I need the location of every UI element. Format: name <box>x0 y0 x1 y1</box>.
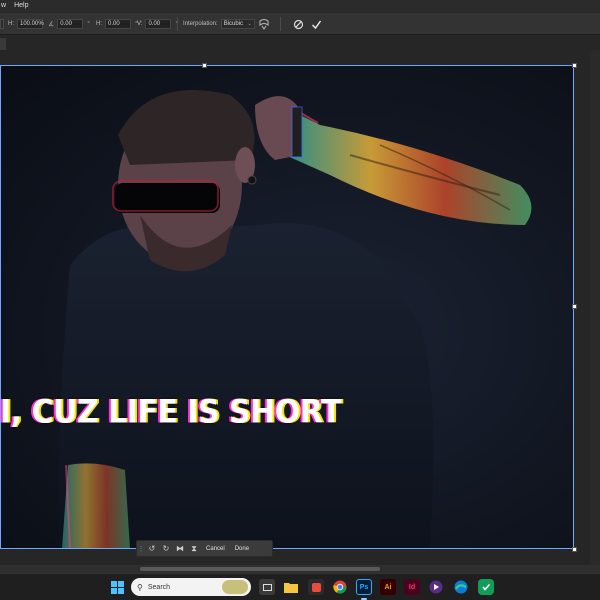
canvas-photo[interactable] <box>0 65 574 549</box>
scrollbar-thumb[interactable] <box>140 567 380 571</box>
store-icon[interactable] <box>308 579 324 595</box>
contextual-task-bar: ⋮ ↺ ↻ ⧓ ⧗ Cancel Done <box>136 540 273 557</box>
indesign-icon[interactable]: Id <box>404 579 420 595</box>
options-bar: H: 100.00% ∡ 0.00 ° H: 0.00 ° V: 0.00 ° … <box>0 13 600 35</box>
commit-transform-button[interactable] <box>311 13 322 35</box>
photoshop-window: w Help H: 100.00% ∡ 0.00 ° H: 0.00 ° V: … <box>0 0 600 600</box>
interpolation-label: Interpolation: <box>183 21 218 27</box>
warp-toggle[interactable] <box>258 13 270 35</box>
transform-handle-top-right[interactable] <box>572 63 577 68</box>
angle-icon: ∡ <box>48 21 55 28</box>
search-highlight-image <box>222 580 248 594</box>
menu-bar: w Help <box>0 0 600 12</box>
vskew-label: V: <box>137 21 143 27</box>
menu-item-help[interactable]: Help <box>14 0 28 12</box>
search-placeholder: Search <box>147 583 171 591</box>
edge-icon[interactable] <box>453 579 469 595</box>
security-shield-icon[interactable] <box>478 579 494 595</box>
degree-icon: ° <box>87 20 91 28</box>
flip-horizontal-icon[interactable]: ⧓ <box>173 544 187 553</box>
headline-text-layer[interactable]: I, CUZ LIFE IS SHORT <box>0 393 341 436</box>
checkmark-icon <box>312 20 322 29</box>
windows-taskbar: ⚲ Search Ps Ai Id <box>0 573 600 600</box>
search-icon: ⚲ <box>137 582 143 592</box>
portrait-image <box>58 90 532 549</box>
undo-icon[interactable]: ↺ <box>145 544 159 553</box>
cancel-button[interactable]: Cancel <box>201 546 230 552</box>
vertical-skew-field[interactable]: 0.00 <box>145 19 172 29</box>
chrome-icon[interactable] <box>332 579 348 595</box>
vskew-group: V: 0.00 ° <box>137 13 178 35</box>
done-button[interactable]: Done <box>230 546 254 552</box>
file-explorer-icon[interactable] <box>283 579 299 595</box>
menu-item-window[interactable]: w <box>1 0 6 12</box>
document-tab[interactable] <box>0 38 6 50</box>
angle-group: ∡ 0.00 ° <box>48 13 90 35</box>
document-tab-strip <box>0 36 600 50</box>
photoshop-icon[interactable]: Ps <box>356 579 372 595</box>
flip-vertical-icon[interactable]: ⧗ <box>187 544 201 554</box>
transform-handle-top[interactable] <box>202 63 207 68</box>
transform-handle-bottom-right[interactable] <box>572 547 577 552</box>
height-group: H: 100.00% <box>8 13 44 35</box>
rotation-angle-field[interactable]: 0.00 <box>57 19 84 29</box>
transform-handle-right[interactable] <box>572 304 577 309</box>
options-divider <box>280 17 281 31</box>
media-player-icon[interactable] <box>428 579 444 595</box>
cancel-icon <box>293 19 304 29</box>
vertical-scrollbar[interactable] <box>590 50 600 565</box>
cancel-transform-button[interactable] <box>293 13 304 35</box>
interpolation-select[interactable]: Bicubic ⌄ <box>220 19 255 29</box>
task-view-icon[interactable] <box>259 579 275 595</box>
height-label: H: <box>8 21 14 27</box>
interpolation-value: Bicubic <box>223 21 244 27</box>
options-tool-stub[interactable] <box>0 13 4 35</box>
warp-icon <box>259 19 269 30</box>
drag-handle-icon[interactable]: ⋮ <box>137 541 145 556</box>
height-scale-field[interactable]: 100.00% <box>17 19 44 29</box>
horizontal-scrollbar[interactable] <box>0 565 600 573</box>
chevron-down-icon: ⌄ <box>247 21 252 27</box>
taskbar-search-box[interactable]: ⚲ Search <box>131 578 251 596</box>
illustrator-icon[interactable]: Ai <box>380 579 396 595</box>
options-divider <box>177 17 178 31</box>
windows-start-icon[interactable] <box>109 579 125 595</box>
hskew-group: H: 0.00 ° <box>96 13 138 35</box>
horizontal-skew-field[interactable]: 0.00 <box>105 19 131 29</box>
hskew-label: H: <box>96 21 102 27</box>
interpolation-group: Interpolation: Bicubic ⌄ <box>183 13 255 35</box>
redo-icon[interactable]: ↻ <box>159 544 173 553</box>
